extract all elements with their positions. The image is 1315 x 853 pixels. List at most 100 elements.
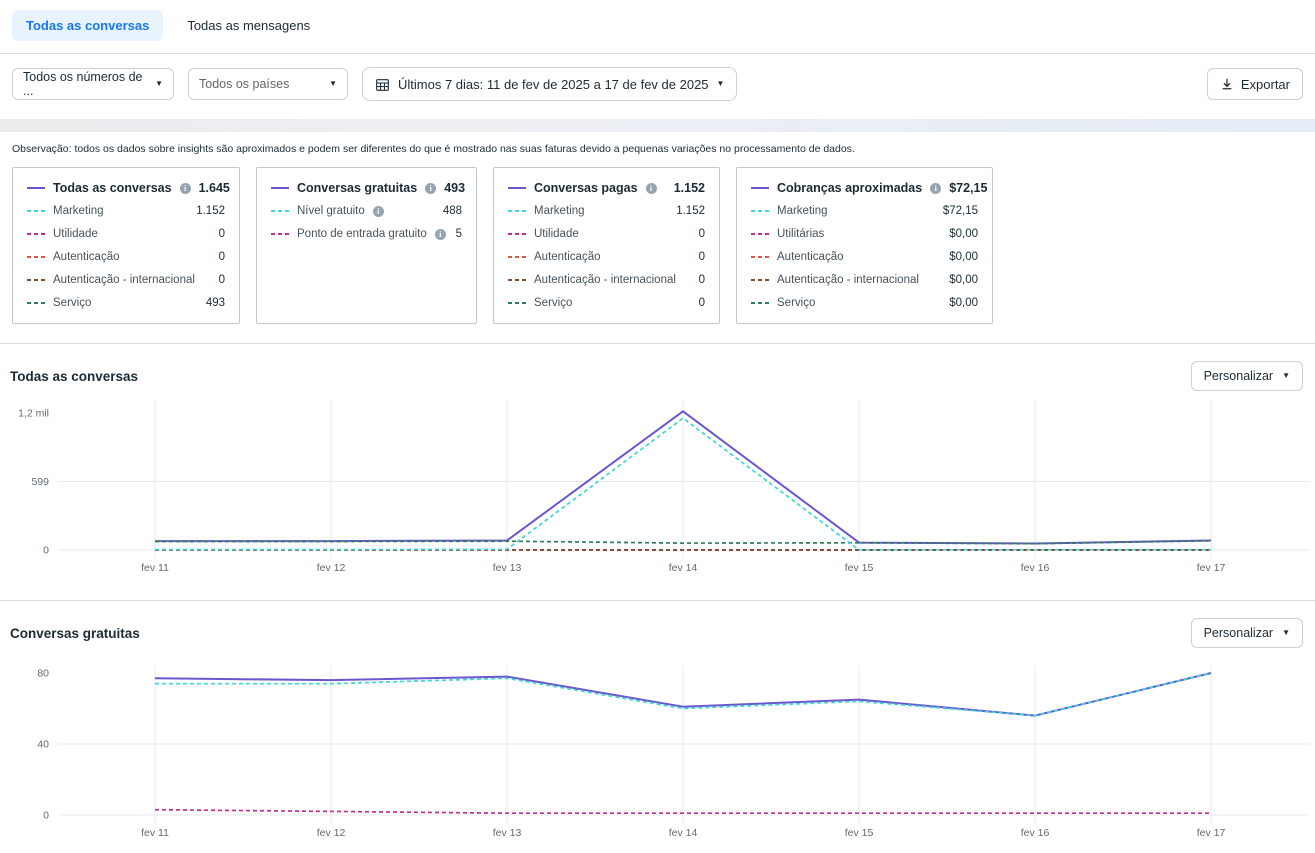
legend-dash-icon: [27, 210, 45, 212]
legend-value: 0: [219, 228, 225, 240]
card-header-row: Cobranças aproximadasi$72,15: [751, 181, 978, 195]
card-title: Conversas pagas: [534, 181, 638, 195]
legend-value: 0: [699, 297, 705, 309]
info-icon[interactable]: i: [373, 206, 384, 217]
y-axis-tick-label: 80: [37, 668, 49, 680]
summary-cards-row: Todas as conversasi1.645Marketing1.152Ut…: [0, 165, 1315, 324]
legend-row: Autenticação - internacional$0,00: [751, 273, 978, 287]
legend-label: Utilidade: [53, 228, 98, 240]
customize-button-label: Personalizar: [1204, 369, 1273, 383]
calendar-icon: [375, 77, 390, 92]
legend-label: Serviço: [777, 297, 815, 309]
export-button[interactable]: Exportar: [1207, 68, 1303, 100]
chevron-down-icon: ▼: [717, 80, 725, 88]
date-range-dropdown[interactable]: Últimos 7 dias: 11 de fev de 2025 a 17 d…: [362, 67, 737, 101]
download-icon: [1220, 77, 1234, 91]
info-icon[interactable]: i: [180, 183, 191, 194]
legend-dash-icon: [27, 279, 45, 281]
insights-disclaimer-note: Observação: todos os dados sobre insight…: [0, 132, 1315, 165]
phone-numbers-filter-label: Todos os números de ...: [23, 70, 147, 98]
tab-all-conversations[interactable]: Todas as conversas: [12, 10, 163, 41]
legend-label: Utilitárias: [777, 228, 824, 240]
x-axis-tick-label: fev 17: [1197, 562, 1226, 574]
card-title: Conversas gratuitas: [297, 181, 417, 195]
customize-button[interactable]: Personalizar ▼: [1191, 618, 1303, 648]
summary-card: Todas as conversasi1.645Marketing1.152Ut…: [12, 167, 240, 324]
x-axis-tick-label: fev 16: [1021, 827, 1050, 839]
legend-label: Autenticação - internacional: [53, 274, 195, 286]
line-chart-canvas[interactable]: fev 11fev 12fev 13fev 14fev 15fev 16fev …: [0, 395, 1315, 587]
summary-card: Cobranças aproximadasi$72,15Marketing$72…: [736, 167, 993, 324]
card-title: Todas as conversas: [53, 181, 172, 195]
chart-section-header: Todas as conversas Personalizar ▼: [0, 344, 1315, 395]
tab-bar: Todas as conversas Todas as mensagens: [0, 0, 1315, 54]
x-axis-tick-label: fev 13: [493, 827, 522, 839]
chevron-down-icon: ▼: [1282, 629, 1290, 637]
legend-label: Utilidade: [534, 228, 579, 240]
legend-dash-icon: [508, 233, 526, 235]
legend-row: Utilidade 0: [27, 227, 225, 241]
y-axis-tick-label: 599: [31, 476, 49, 488]
legend-label: Autenticação: [534, 251, 601, 263]
legend-dash-icon: [751, 210, 769, 212]
legend-label: Nível gratuito: [297, 205, 365, 217]
legend-row: Serviço0: [508, 296, 705, 310]
legend-row: Marketing$72,15: [751, 204, 978, 218]
y-axis-tick-label: 0: [43, 810, 49, 822]
legend-value: $0,00: [949, 274, 978, 286]
legend-value: $0,00: [949, 228, 978, 240]
card-header-row: Conversas gratuitasi493: [271, 181, 462, 195]
export-button-label: Exportar: [1241, 77, 1290, 92]
legend-dash-icon: [751, 256, 769, 258]
legend-row: Ponto de entrada gratuitoi5: [271, 227, 462, 241]
legend-row: Autenticação0: [508, 250, 705, 264]
legend-value: 488: [443, 205, 462, 217]
card-total-value: 1.152: [674, 181, 705, 195]
summary-card: Conversas pagas i 1.152 Marketing1.152 Utili…: [493, 167, 720, 324]
tab-all-messages[interactable]: Todas as mensagens: [173, 10, 324, 41]
legend-dash-icon: [271, 233, 289, 235]
legend-line-icon: [27, 187, 45, 189]
info-icon[interactable]: i: [435, 229, 446, 240]
legend-value: 1.152: [196, 205, 225, 217]
legend-row: Autenticação - internacional0: [508, 273, 705, 287]
x-axis-tick-label: fev 14: [669, 827, 698, 839]
legend-label: Autenticação: [53, 251, 120, 263]
info-icon[interactable]: i: [930, 183, 941, 194]
filter-bar: Todos os números de ... ▼ Todos os paíse…: [0, 54, 1315, 114]
legend-dash-icon: [508, 256, 526, 258]
legend-value: 0: [699, 274, 705, 286]
legend-row: Utilidade 0: [508, 227, 705, 241]
all-conversations-line-chart[interactable]: fev 11fev 12fev 13fev 14fev 15fev 16fev …: [0, 395, 1315, 592]
x-axis-tick-label: fev 16: [1021, 562, 1050, 574]
chart-section-header: Conversas gratuitas Personalizar ▼: [0, 601, 1315, 652]
phone-numbers-filter-dropdown[interactable]: Todos os números de ... ▼: [12, 68, 174, 100]
legend-value: 0: [699, 228, 705, 240]
x-axis-tick-label: fev 17: [1197, 827, 1226, 839]
legend-value: 0: [219, 274, 225, 286]
free-conversations-line-chart[interactable]: fev 11fev 12fev 13fev 14fev 15fev 16fev …: [0, 652, 1315, 853]
x-axis-tick-label: fev 15: [845, 827, 874, 839]
chart-title-all-conversations: Todas as conversas: [10, 369, 138, 384]
line-chart-canvas[interactable]: fev 11fev 12fev 13fev 14fev 15fev 16fev …: [0, 652, 1315, 853]
customize-button[interactable]: Personalizar ▼: [1191, 361, 1303, 391]
card-total-value: $72,15: [949, 181, 987, 195]
card-header-row: Todas as conversasi1.645: [27, 181, 225, 195]
chevron-down-icon: ▼: [329, 80, 337, 88]
legend-row: Marketing1.152: [508, 204, 705, 218]
legend-dash-icon: [508, 279, 526, 281]
legend-row: Marketing1.152: [27, 204, 225, 218]
legend-line-icon: [751, 187, 769, 189]
legend-dash-icon: [508, 210, 526, 212]
scroll-shadow-bar: [0, 119, 1315, 132]
countries-filter-dropdown[interactable]: Todos os países ▼: [188, 68, 348, 100]
info-icon[interactable]: i: [646, 183, 657, 194]
legend-label: Marketing: [777, 205, 828, 217]
legend-dash-icon: [508, 302, 526, 304]
legend-value: $0,00: [949, 297, 978, 309]
legend-line-icon: [271, 187, 289, 189]
legend-value: 0: [219, 251, 225, 263]
chevron-down-icon: ▼: [1282, 372, 1290, 380]
info-icon[interactable]: i: [425, 183, 436, 194]
legend-row: Nível gratuito i 488: [271, 204, 462, 218]
